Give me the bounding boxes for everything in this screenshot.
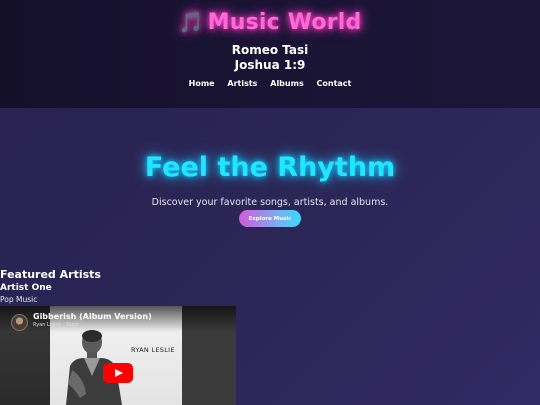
nav-home[interactable]: Home xyxy=(189,79,215,88)
hero-subtitle: Discover your favorite songs, artists, a… xyxy=(151,197,389,208)
album-cover-text: RYAN LESLIE xyxy=(131,346,175,354)
nav-albums[interactable]: Albums xyxy=(270,79,303,88)
hero-title: Feel the Rhythm xyxy=(144,152,396,183)
video-channel: Ryan Leslie - Topic xyxy=(33,322,79,328)
video-embed[interactable]: Gibberish (Album Version) Ryan Leslie - … xyxy=(0,306,236,405)
youtube-play-icon[interactable] xyxy=(103,363,133,383)
logo-text: Music World xyxy=(207,10,362,35)
nav-contact[interactable]: Contact xyxy=(317,79,352,88)
channel-avatar[interactable] xyxy=(11,314,28,331)
site-header: 🎵 Music World Romeo Tasi Joshua 1:9 Home … xyxy=(0,0,540,108)
explore-music-button[interactable]: Explore Music xyxy=(239,210,301,227)
author-name: Romeo Tasi xyxy=(231,43,309,57)
site-logo[interactable]: 🎵 Music World xyxy=(0,10,540,35)
artist-genre: Pop Music xyxy=(0,295,38,304)
verse-reference: Joshua 1:9 xyxy=(234,58,306,72)
play-triangle-icon xyxy=(115,369,123,377)
artist-name: Artist One xyxy=(0,283,52,293)
video-title[interactable]: Gibberish (Album Version) xyxy=(33,312,152,321)
music-note-icon: 🎵 xyxy=(178,10,204,34)
nav-artists[interactable]: Artists xyxy=(227,79,257,88)
featured-artists-heading: Featured Artists xyxy=(0,268,101,281)
main-nav: Home Artists Albums Contact xyxy=(0,79,540,88)
